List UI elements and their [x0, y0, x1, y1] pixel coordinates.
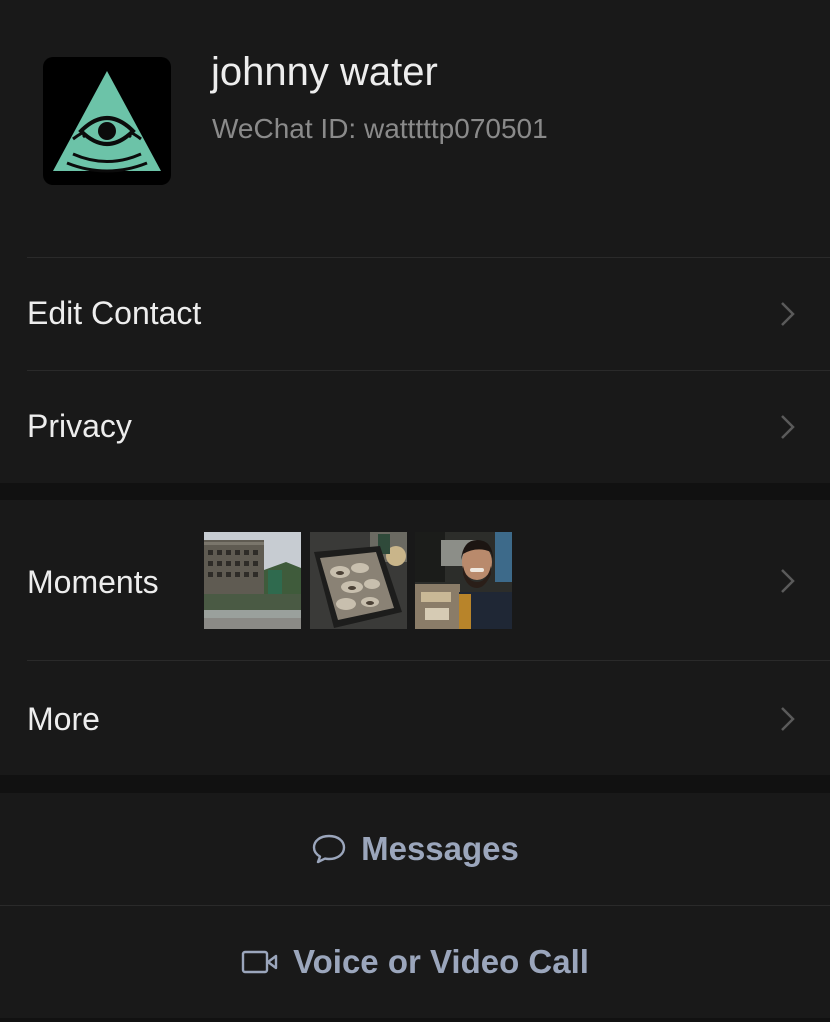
wechat-id-label: WeChat ID:	[212, 113, 364, 144]
chevron-right-icon	[781, 415, 795, 439]
contact-settings-section: Edit Contact Privacy	[0, 257, 830, 483]
messages-label: Messages	[361, 830, 519, 867]
profile-header: johnny water WeChat ID: watttttp070501	[0, 0, 830, 257]
voice-video-call-label: Voice or Video Call	[293, 943, 589, 980]
moments-row[interactable]: Moments	[0, 500, 830, 660]
wechat-id: WeChat ID: watttttp070501	[212, 113, 548, 145]
more-row[interactable]: More	[0, 660, 830, 775]
edit-contact-row[interactable]: Edit Contact	[0, 257, 830, 370]
chevron-right-icon	[781, 302, 795, 326]
voice-video-call-button[interactable]: Voice or Video Call	[0, 906, 830, 1018]
privacy-row[interactable]: Privacy	[0, 370, 830, 483]
moment-thumbnail	[415, 532, 512, 629]
moment-thumbnail	[310, 532, 407, 629]
moments-label: Moments	[27, 564, 159, 600]
chevron-right-icon	[781, 707, 795, 731]
chat-bubble-icon	[312, 834, 346, 864]
edit-contact-label: Edit Contact	[27, 295, 202, 331]
contact-name: johnny water	[211, 50, 438, 94]
video-camera-icon	[241, 950, 278, 974]
avatar[interactable]	[43, 57, 171, 185]
wechat-id-value: watttttp070501	[363, 113, 548, 144]
chevron-right-icon	[781, 569, 795, 593]
moments-section: Moments More	[0, 500, 830, 775]
eye-pyramid-icon	[53, 71, 161, 173]
privacy-label: Privacy	[27, 408, 132, 444]
moment-thumbnail	[204, 532, 301, 629]
more-label: More	[27, 701, 100, 737]
messages-button[interactable]: Messages	[0, 793, 830, 905]
